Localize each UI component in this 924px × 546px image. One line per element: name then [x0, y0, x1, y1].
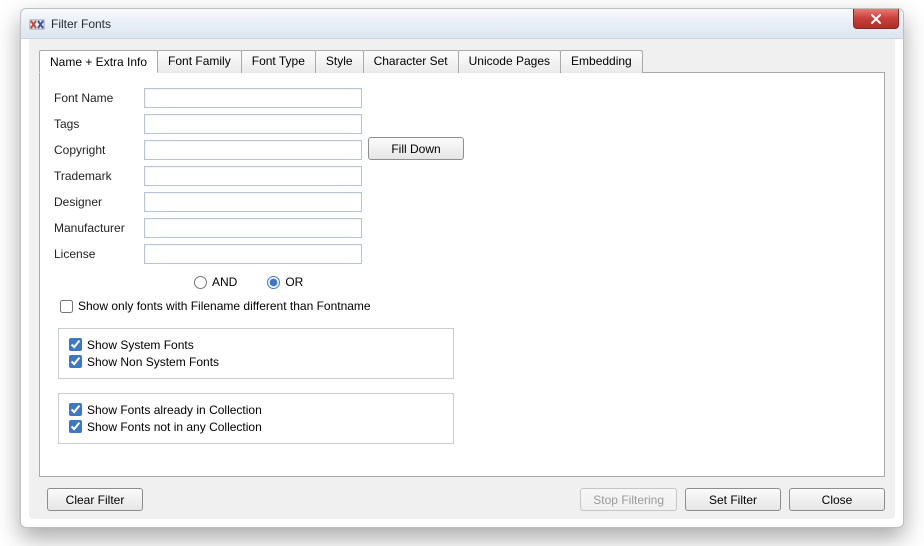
- designer-input[interactable]: [144, 192, 362, 212]
- designer-label: Designer: [54, 195, 144, 209]
- manufacturer-label: Manufacturer: [54, 221, 144, 235]
- trademark-label: Trademark: [54, 169, 144, 183]
- font-name-input[interactable]: [144, 88, 362, 108]
- show-system-label: Show System Fonts: [87, 338, 194, 352]
- tabstrip: Name + Extra Info Font Family Font Type …: [39, 49, 885, 72]
- stop-filtering-button[interactable]: Stop Filtering: [580, 488, 677, 511]
- window-frame: Filter Fonts Name + Extra Info Font Fami…: [20, 8, 904, 528]
- window-close-button[interactable]: [853, 9, 899, 29]
- logic-or-radio[interactable]: [267, 276, 280, 289]
- show-non-system-label: Show Non System Fonts: [87, 355, 219, 369]
- copyright-input[interactable]: [144, 140, 362, 160]
- tab-name-extra-info[interactable]: Name + Extra Info: [39, 50, 158, 73]
- filename-diff-option[interactable]: Show only fonts with Filename different …: [60, 299, 371, 313]
- not-in-collection-checkbox[interactable]: [69, 420, 82, 433]
- show-system-option[interactable]: Show System Fonts: [69, 338, 443, 352]
- tab-character-set[interactable]: Character Set: [363, 50, 459, 73]
- not-in-collection-label: Show Fonts not in any Collection: [87, 420, 262, 434]
- logic-or-option[interactable]: OR: [267, 275, 303, 289]
- clear-filter-button[interactable]: Clear Filter: [47, 488, 143, 511]
- button-bar: Clear Filter Stop Filtering Set Filter C…: [39, 488, 885, 511]
- tab-font-family[interactable]: Font Family: [157, 50, 242, 73]
- manufacturer-input[interactable]: [144, 218, 362, 238]
- tab-style[interactable]: Style: [315, 50, 364, 73]
- show-non-system-option[interactable]: Show Non System Fonts: [69, 355, 443, 369]
- license-label: License: [54, 247, 144, 261]
- license-input[interactable]: [144, 244, 362, 264]
- filename-diff-label: Show only fonts with Filename different …: [78, 299, 371, 313]
- client-area: Name + Extra Info Font Family Font Type …: [29, 39, 895, 519]
- logic-and-option[interactable]: AND: [194, 275, 237, 289]
- logic-or-label: OR: [285, 275, 303, 289]
- in-collection-option[interactable]: Show Fonts already in Collection: [69, 403, 443, 417]
- close-button[interactable]: Close: [789, 488, 885, 511]
- collection-group: Show Fonts already in Collection Show Fo…: [58, 393, 454, 444]
- close-icon: [870, 14, 882, 24]
- show-non-system-checkbox[interactable]: [69, 355, 82, 368]
- app-icon: [29, 16, 45, 32]
- system-fonts-group: Show System Fonts Show Non System Fonts: [58, 328, 454, 379]
- not-in-collection-option[interactable]: Show Fonts not in any Collection: [69, 420, 443, 434]
- tags-label: Tags: [54, 117, 144, 131]
- in-collection-checkbox[interactable]: [69, 403, 82, 416]
- logic-radio-group: AND OR: [194, 275, 870, 289]
- logic-and-radio[interactable]: [194, 276, 207, 289]
- set-filter-button[interactable]: Set Filter: [685, 488, 781, 511]
- tab-unicode-pages[interactable]: Unicode Pages: [458, 50, 561, 73]
- tab-embedding[interactable]: Embedding: [560, 50, 643, 73]
- tags-input[interactable]: [144, 114, 362, 134]
- font-name-label: Font Name: [54, 91, 144, 105]
- trademark-input[interactable]: [144, 166, 362, 186]
- logic-and-label: AND: [212, 275, 237, 289]
- in-collection-label: Show Fonts already in Collection: [87, 403, 262, 417]
- tab-panel-name-extra-info: Font Name Tags Copyright Trademark Desig…: [39, 72, 885, 477]
- show-system-checkbox[interactable]: [69, 338, 82, 351]
- copyright-label: Copyright: [54, 143, 144, 157]
- tab-font-type[interactable]: Font Type: [241, 50, 316, 73]
- titlebar[interactable]: Filter Fonts: [21, 9, 903, 39]
- window-title: Filter Fonts: [51, 17, 111, 31]
- fill-down-button[interactable]: Fill Down: [368, 137, 464, 160]
- filename-diff-checkbox[interactable]: [60, 300, 73, 313]
